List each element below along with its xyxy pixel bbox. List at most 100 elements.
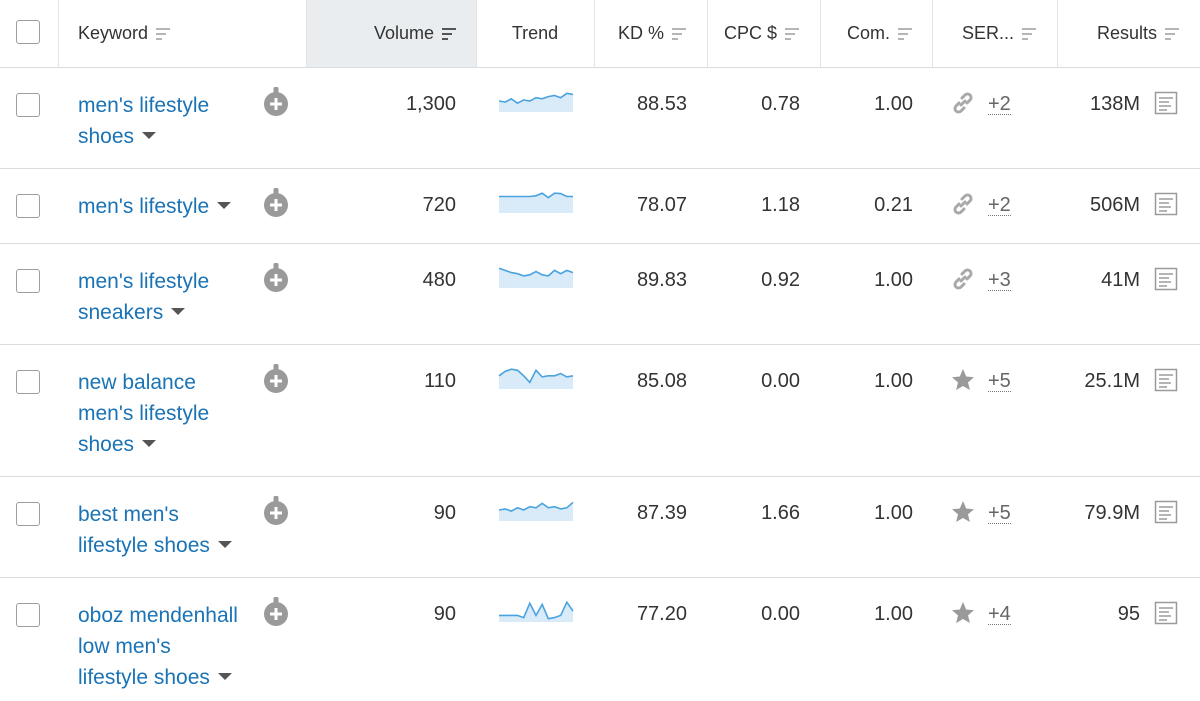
sort-icon[interactable] <box>898 27 912 41</box>
results-value: 138M <box>1089 93 1140 115</box>
serp-features-more-link[interactable]: +4 <box>988 599 1011 625</box>
table-row: men's lifestyle shoes 1,300 88.53 0.78 1.00 +2… <box>0 68 1200 169</box>
header-keyword[interactable]: Keyword <box>78 0 298 67</box>
table-row: men's lifestyle sneakers 480 89.83 0.92 1.00 +… <box>0 244 1200 345</box>
volume-value: 720 <box>422 194 456 216</box>
results-icon[interactable] <box>1153 499 1179 525</box>
sort-icon[interactable] <box>672 27 686 41</box>
row-checkbox[interactable] <box>16 269 40 293</box>
sort-icon[interactable] <box>785 27 799 41</box>
add-to-list-button[interactable] <box>263 87 289 117</box>
keyword-text: shoes <box>78 125 135 148</box>
chevron-down-icon[interactable] <box>142 439 157 447</box>
select-all-checkbox[interactable] <box>16 20 40 44</box>
header-serp[interactable]: SER... <box>932 0 1036 67</box>
keyword-text: new balance <box>78 371 196 394</box>
add-to-list-button[interactable] <box>263 364 289 394</box>
keyword-link[interactable]: best men's lifestyle shoes <box>78 499 258 561</box>
sort-icon[interactable] <box>1165 27 1179 41</box>
results-icon[interactable] <box>1153 600 1179 626</box>
results-icon[interactable] <box>1153 90 1179 116</box>
header-cpc[interactable]: CPC $ <box>707 0 799 67</box>
row-checkbox[interactable] <box>16 93 40 117</box>
serp-features-more-link[interactable]: +5 <box>988 366 1011 392</box>
volume-value: 480 <box>422 269 456 291</box>
chevron-down-icon[interactable] <box>217 672 232 680</box>
keyword-text: low men's <box>78 635 171 658</box>
keyword-line: low men's <box>78 631 258 662</box>
keyword-text: men's lifestyle <box>78 195 210 218</box>
kd-value: 89.83 <box>636 269 687 291</box>
results-icon[interactable] <box>1153 266 1179 292</box>
header-trend: Trend <box>511 23 559 43</box>
keyword-line: lifestyle shoes <box>78 530 258 561</box>
competition-value: 1.00 <box>874 603 913 625</box>
competition-value: 0.21 <box>874 194 913 216</box>
header-volume[interactable]: Volume <box>306 0 456 67</box>
chevron-down-icon[interactable] <box>142 131 157 139</box>
row-checkbox[interactable] <box>16 370 40 394</box>
add-to-list-button[interactable] <box>263 188 289 218</box>
sort-descending-icon[interactable] <box>442 27 456 41</box>
cpc-value: 0.92 <box>761 269 800 291</box>
add-to-list-button[interactable] <box>263 496 289 526</box>
keyword-line: oboz mendenhall <box>78 600 258 631</box>
serp-features-more-link[interactable]: +5 <box>988 498 1011 524</box>
keyword-link[interactable]: new balance men's lifestyle shoes <box>78 367 258 460</box>
trend-sparkline <box>498 498 574 522</box>
cpc-value: 0.00 <box>761 370 800 392</box>
row-checkbox[interactable] <box>16 502 40 526</box>
chevron-down-icon[interactable] <box>217 201 232 209</box>
competition-value: 1.00 <box>874 502 913 524</box>
keyword-link[interactable]: men's lifestyle shoes <box>78 90 258 152</box>
volume-value: 1,300 <box>405 93 456 115</box>
keyword-line: shoes <box>78 121 258 152</box>
cpc-value: 1.66 <box>761 502 800 524</box>
results-value: 41M <box>1101 269 1140 291</box>
star-icon <box>950 600 976 626</box>
serp-features-more-link[interactable]: +2 <box>988 190 1011 216</box>
trend-sparkline <box>498 599 574 623</box>
add-to-list-button[interactable] <box>263 597 289 627</box>
serp-features-more-link[interactable]: +3 <box>988 265 1011 291</box>
row-checkbox[interactable] <box>16 194 40 218</box>
sort-icon[interactable] <box>1022 27 1036 41</box>
cpc-value: 0.00 <box>761 603 800 625</box>
serp-features-more-link[interactable]: +2 <box>988 89 1011 115</box>
keyword-link[interactable]: oboz mendenhall low men's lifestyle shoes <box>78 600 258 693</box>
trend-sparkline <box>498 190 574 214</box>
link-icon <box>950 90 976 116</box>
sort-icon[interactable] <box>156 27 171 41</box>
results-value: 25.1M <box>1084 370 1140 392</box>
add-to-list-button[interactable] <box>263 263 289 293</box>
keyword-link[interactable]: men's lifestyle sneakers <box>78 266 258 328</box>
results-value: 79.9M <box>1084 502 1140 524</box>
results-value: 506M <box>1089 194 1140 216</box>
keyword-line: men's lifestyle <box>78 398 258 429</box>
kd-value: 88.53 <box>636 93 687 115</box>
keyword-text: oboz mendenhall <box>78 604 238 627</box>
keyword-text: men's lifestyle <box>78 402 210 425</box>
keyword-link[interactable]: men's lifestyle <box>78 191 258 222</box>
results-icon[interactable] <box>1153 191 1179 217</box>
results-icon[interactable] <box>1153 367 1179 393</box>
kd-value: 85.08 <box>636 370 687 392</box>
trend-sparkline <box>498 265 574 289</box>
trend-sparkline <box>498 89 574 113</box>
keyword-text: lifestyle shoes <box>78 666 210 689</box>
row-checkbox[interactable] <box>16 603 40 627</box>
keyword-text: sneakers <box>78 301 164 324</box>
table-row: oboz mendenhall low men's lifestyle shoes 9… <box>0 578 1200 701</box>
keyword-text: lifestyle shoes <box>78 534 210 557</box>
header-com[interactable]: Com. <box>820 0 912 67</box>
keyword-line: best men's <box>78 499 258 530</box>
header-results[interactable]: Results <box>1057 0 1179 67</box>
keyword-text: best men's <box>78 503 179 526</box>
trend-sparkline <box>498 366 574 390</box>
chevron-down-icon[interactable] <box>171 307 186 315</box>
link-icon <box>950 191 976 217</box>
star-icon <box>950 499 976 525</box>
header-kd[interactable]: KD % <box>594 0 686 67</box>
competition-value: 1.00 <box>874 269 913 291</box>
chevron-down-icon[interactable] <box>217 540 232 548</box>
